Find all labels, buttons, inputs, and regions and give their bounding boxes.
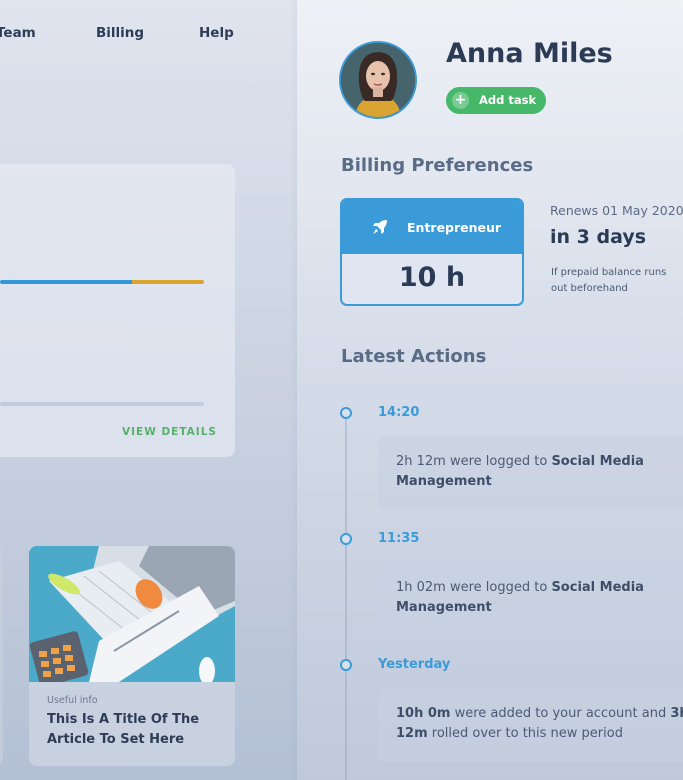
action-time: 11:35 bbox=[378, 531, 420, 546]
action-time: 14:20 bbox=[378, 405, 420, 420]
profile-name: Anna Miles bbox=[446, 38, 613, 69]
action-text: 2h 12m were logged to Social Media Manag… bbox=[396, 452, 683, 492]
plus-icon: + bbox=[452, 92, 469, 109]
timeline-dot bbox=[340, 659, 352, 671]
article-image bbox=[29, 546, 235, 682]
rocket-icon bbox=[370, 217, 390, 241]
action-text-prefix: 2h 12m were logged to bbox=[396, 454, 552, 469]
view-details-link[interactable]: VIEW DETAILS bbox=[122, 426, 217, 438]
add-task-label: Add task bbox=[479, 93, 537, 107]
renew-date: Renews 01 May 2020 bbox=[550, 203, 683, 218]
timeline-dot bbox=[340, 407, 352, 419]
action-text-hours-added: 10h 0m bbox=[396, 706, 451, 721]
prepaid-note: If prepaid balance runs out beforehand bbox=[551, 267, 667, 294]
renew-countdown: in 3 days bbox=[550, 226, 647, 248]
overview-card bbox=[0, 164, 235, 457]
action-card: 10h 0m were added to your account and 3h… bbox=[378, 688, 683, 762]
article-card-partial bbox=[0, 547, 3, 765]
right-pane bbox=[297, 0, 683, 780]
left-pane: Team Billing Help VIEW DETAILS bbox=[0, 0, 297, 780]
nav-item-team[interactable]: Team bbox=[0, 25, 36, 41]
action-card: 1h 02m were logged to Social Media Manag… bbox=[378, 562, 683, 636]
article-card[interactable]: Useful info This Is A Title Of The Artic… bbox=[29, 546, 235, 766]
action-text-suffix: rolled over to this new period bbox=[427, 726, 623, 741]
nav-item-billing[interactable]: Billing bbox=[96, 25, 144, 41]
progress-bar-primary bbox=[0, 280, 132, 284]
plan-header: Entrepreneur bbox=[342, 200, 522, 254]
nav-item-help[interactable]: Help bbox=[199, 25, 234, 41]
action-text-middle: were added to your account and bbox=[450, 706, 671, 721]
action-text: 10h 0m were added to your account and 3h… bbox=[396, 704, 683, 744]
action-text-prefix: 1h 02m were logged to bbox=[396, 580, 552, 595]
latest-actions-title: Latest Actions bbox=[341, 346, 487, 367]
article-title[interactable]: This Is A Title Of The Article To Set He… bbox=[47, 710, 222, 750]
add-task-button[interactable]: + Add task bbox=[446, 87, 546, 114]
billing-section-title: Billing Preferences bbox=[341, 155, 534, 176]
action-time: Yesterday bbox=[378, 657, 451, 672]
avatar[interactable] bbox=[339, 41, 417, 119]
timeline-line bbox=[345, 412, 347, 780]
plan-name: Entrepreneur bbox=[407, 220, 502, 235]
progress-bar-secondary bbox=[132, 280, 204, 284]
article-category: Useful info bbox=[47, 695, 98, 706]
action-card: 2h 12m were logged to Social Media Manag… bbox=[378, 436, 683, 510]
plan-hours: 10 h bbox=[398, 262, 466, 293]
timeline-dot bbox=[340, 533, 352, 545]
plan-card[interactable]: Entrepreneur 10 h bbox=[340, 198, 524, 306]
progress-track bbox=[0, 402, 204, 406]
action-text: 1h 02m were logged to Social Media Manag… bbox=[396, 578, 683, 618]
